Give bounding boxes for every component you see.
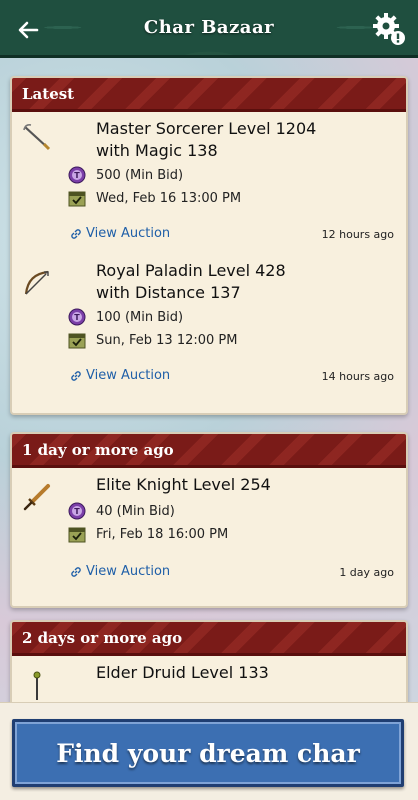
bid-row: T 40 (Min Bid) <box>68 502 175 520</box>
section-header: Latest <box>12 78 406 112</box>
coin-icon: T <box>68 308 86 326</box>
auction-item: Elder Druid Level 133 <box>12 656 406 702</box>
min-bid: 100 (Min Bid) <box>96 309 184 325</box>
view-auction-link[interactable]: View Auction <box>70 564 170 579</box>
date-row: Wed, Feb 16 13:00 PM <box>68 189 241 207</box>
bow-icon <box>24 270 49 295</box>
auction-date: Wed, Feb 16 13:00 PM <box>96 190 242 206</box>
calendar-icon <box>68 191 86 207</box>
auction-title: Royal Paladin Level 428 with Distance 13… <box>96 261 286 302</box>
calendar-icon <box>68 527 86 543</box>
auction-date: Sun, Feb 13 12:00 PM <box>96 332 238 348</box>
gear-icon <box>373 13 405 45</box>
section-title: 1 day or more ago <box>22 440 174 459</box>
coin-icon: T <box>68 502 86 520</box>
svg-text:T: T <box>74 313 80 322</box>
svg-text:T: T <box>74 507 80 516</box>
auction-item: Master Sorcerer Level 1204 with Magic 13… <box>12 112 406 254</box>
settings-button[interactable] <box>370 10 408 48</box>
section-header: 2 days or more ago <box>12 622 406 656</box>
page-title: Char Bazaar <box>143 17 275 38</box>
section-1-day: 1 day or more ago Elite Knight Level 254… <box>10 432 408 608</box>
cta-bar: Find your dream char <box>0 702 418 800</box>
time-ago: 12 hours ago <box>321 228 394 241</box>
rod-icon <box>33 671 41 700</box>
auction-title: Elder Druid Level 133 <box>96 663 269 682</box>
auction-item: Royal Paladin Level 428 with Distance 13… <box>12 254 406 396</box>
app-bar: Char Bazaar <box>0 0 418 58</box>
coin-icon: T <box>68 166 86 184</box>
auction-date: Fri, Feb 18 16:00 PM <box>96 526 229 542</box>
time-ago: 14 hours ago <box>321 370 394 383</box>
section-2-days: 2 days or more ago Elder Druid Level 133 <box>10 620 408 702</box>
link-icon <box>71 370 81 381</box>
bid-row: T 100 (Min Bid) <box>68 308 183 326</box>
auction-title: Elite Knight Level 254 <box>96 475 271 494</box>
view-auction-link[interactable]: View Auction <box>70 226 170 241</box>
find-dream-char-button[interactable]: Find your dream char <box>12 719 404 787</box>
min-bid: 500 (Min Bid) <box>96 167 184 183</box>
section-latest: Latest Master Sorcerer Level 1204 with M… <box>10 76 408 415</box>
link-icon <box>71 228 81 239</box>
back-button[interactable] <box>12 14 44 46</box>
sword-icon <box>23 484 50 511</box>
back-arrow-icon <box>18 21 39 39</box>
svg-text:T: T <box>74 171 80 180</box>
date-row: Sun, Feb 13 12:00 PM <box>68 331 237 349</box>
auction-item: Elite Knight Level 254 T 40 (Min Bid) Fr… <box>12 468 406 606</box>
link-icon <box>71 566 81 577</box>
auction-list[interactable]: Latest Master Sorcerer Level 1204 with M… <box>0 62 418 702</box>
date-row: Fri, Feb 18 16:00 PM <box>68 525 228 543</box>
section-title: 2 days or more ago <box>22 628 183 647</box>
calendar-icon <box>68 333 86 349</box>
time-ago: 1 day ago <box>339 566 394 579</box>
section-title: Latest <box>22 84 75 103</box>
auction-title: Master Sorcerer Level 1204 with Magic 13… <box>96 119 317 160</box>
view-auction-link[interactable]: View Auction <box>70 368 170 383</box>
min-bid: 40 (Min Bid) <box>96 503 175 519</box>
bid-row: T 500 (Min Bid) <box>68 166 183 184</box>
wand-icon <box>23 124 51 151</box>
section-header: 1 day or more ago <box>12 434 406 468</box>
